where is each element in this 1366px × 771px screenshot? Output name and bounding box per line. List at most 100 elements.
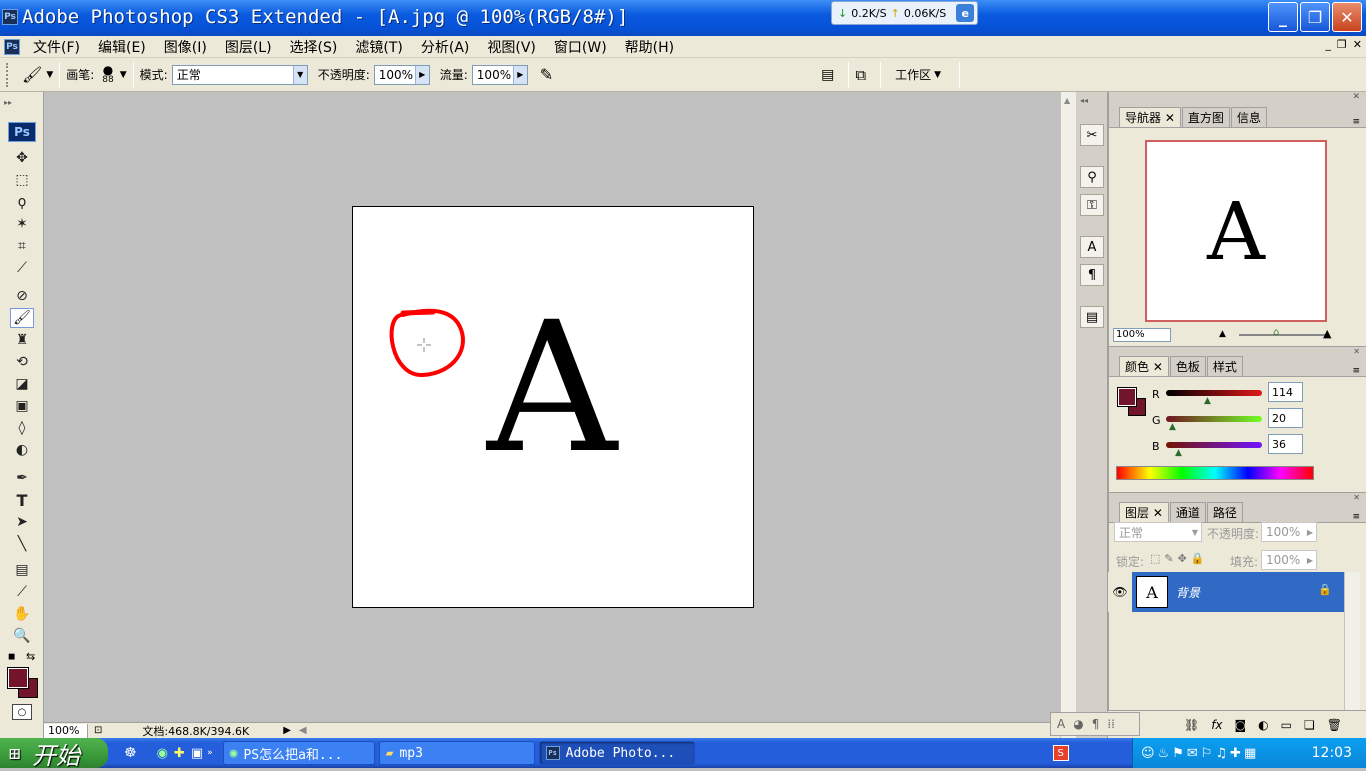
scroll-up-icon[interactable]: ▲ <box>1064 96 1070 105</box>
history-brush-tool-icon[interactable]: ⟲ <box>10 352 34 372</box>
lock-options-icons[interactable]: ⬚✎✥🔒 <box>1150 552 1209 565</box>
tab-swatches[interactable]: 色板 <box>1169 356 1206 376</box>
layer-style-icon[interactable]: fx <box>1211 718 1222 732</box>
color-close-icon[interactable]: ✕ <box>1353 347 1360 357</box>
navigator-close-icon[interactable]: ✕ <box>1352 92 1360 108</box>
layer-opacity-slider-icon[interactable]: ▶ <box>1307 528 1316 537</box>
workspace-menu[interactable]: 工作区 <box>895 66 931 83</box>
menu-select[interactable]: 选择(S) <box>281 37 347 57</box>
b-slider-thumb-icon[interactable]: ▲ <box>1175 448 1182 458</box>
quicklaunch-ie-icon[interactable]: ◉ <box>157 746 168 761</box>
tab-histogram[interactable]: 直方图 <box>1181 107 1230 127</box>
new-layer-icon[interactable]: ❏ <box>1304 718 1315 732</box>
tab-layers[interactable]: 图层 ✕ <box>1119 502 1169 522</box>
network-monitor[interactable]: ↓ 0.2K/S ↑ 0.06K/S e <box>831 1 978 25</box>
g-input[interactable]: 20 <box>1268 408 1303 428</box>
color-fg-swatch[interactable] <box>1117 387 1137 407</box>
brush-picker[interactable]: ● 88 <box>102 64 113 85</box>
zoom-tool-icon[interactable]: 🔍 <box>10 626 34 646</box>
paragraph-icon[interactable]: ¶ <box>1080 264 1104 286</box>
vertical-scrollbar[interactable]: ▲ <box>1060 92 1076 738</box>
minimize-button[interactable]: _ <box>1268 2 1298 32</box>
line-tool-icon[interactable]: ╲ <box>10 534 34 554</box>
marquee-tool-icon[interactable]: ⬚ <box>10 170 34 190</box>
quicklaunch-icon[interactable]: ☸ <box>124 745 137 761</box>
fill-slider-icon[interactable]: ▶ <box>1307 556 1316 565</box>
mini-dock-grip-icon[interactable]: ⁞⁞ <box>1107 717 1115 731</box>
brush-tool-icon[interactable]: 🖌 <box>10 308 34 328</box>
lasso-tool-icon[interactable]: ϙ <box>10 192 34 212</box>
g-slider[interactable] <box>1166 416 1262 422</box>
delete-layer-icon[interactable]: 🗑 <box>1327 718 1342 732</box>
menu-layer[interactable]: 图层(L) <box>216 37 281 57</box>
layers-scrollbar[interactable] <box>1344 572 1360 710</box>
blur-tool-icon[interactable]: ◊ <box>10 418 34 438</box>
layer-blend-select[interactable]: 正常 ▼ <box>1114 522 1202 542</box>
start-button[interactable]: ⊞ 开始 <box>0 738 108 770</box>
image-canvas[interactable]: A <box>352 206 754 608</box>
tab-styles[interactable]: 样式 <box>1206 356 1243 376</box>
r-slider-thumb-icon[interactable]: ▲ <box>1204 396 1211 406</box>
menu-edit[interactable]: 编辑(E) <box>89 37 155 57</box>
tab-info[interactable]: 信息 <box>1230 107 1267 127</box>
options-grip[interactable] <box>6 62 12 87</box>
layers-menu-icon[interactable]: ≡ <box>1352 512 1360 522</box>
magic-wand-tool-icon[interactable]: ✶ <box>10 214 34 234</box>
quicklaunch-browser-icon[interactable]: ✚ <box>174 746 185 761</box>
notes-tool-icon[interactable]: ▤ <box>10 560 34 580</box>
menu-help[interactable]: 帮助(H) <box>616 37 683 57</box>
tab-navigator[interactable]: 导航器 ✕ <box>1119 107 1181 127</box>
r-slider[interactable] <box>1166 390 1262 396</box>
navigator-menu-icon[interactable]: ≡ <box>1352 117 1360 127</box>
maximize-button[interactable]: ❐ <box>1300 2 1330 32</box>
swap-colors-icon[interactable]: ⇆ <box>26 650 35 663</box>
default-colors-icon[interactable]: ◼ <box>8 652 15 662</box>
input-method-icon[interactable]: S <box>1052 745 1069 761</box>
tray-icons[interactable]: ☺♨⚑✉⚐♫✚▦ <box>1141 746 1259 761</box>
layer-opacity-input[interactable]: 100% ▶ <box>1261 522 1317 542</box>
blend-dropdown-icon[interactable]: ▼ <box>1192 528 1201 537</box>
color-spectrum-ramp[interactable] <box>1116 466 1314 480</box>
doc-restore-button[interactable]: ❐ <box>1337 38 1347 51</box>
task-browser[interactable]: ◉ PS怎么把a和... <box>222 741 375 765</box>
menu-analysis[interactable]: 分析(A) <box>412 37 479 57</box>
healing-brush-tool-icon[interactable]: ⊘ <box>10 286 34 306</box>
clone-stamp-tool-icon[interactable]: ♜ <box>10 330 34 350</box>
menu-view[interactable]: 视图(V) <box>478 37 545 57</box>
eraser-tool-icon[interactable]: ◪ <box>10 374 34 394</box>
toolbox-collapse-icon[interactable]: ▸▸ <box>4 98 12 107</box>
character-icon[interactable]: A <box>1080 236 1104 258</box>
doc-close-button[interactable]: ✕ <box>1353 38 1362 51</box>
clock[interactable]: 12:03 <box>1312 745 1352 761</box>
pen-tool-icon[interactable]: ✒ <box>10 468 34 488</box>
doc-minimize-button[interactable]: _ <box>1325 38 1331 51</box>
status-menu-arrow-icon[interactable]: ▶ <box>283 725 291 736</box>
tab-color[interactable]: 颜色 ✕ <box>1119 356 1169 376</box>
brush-tool-preset-icon[interactable]: 🖌 <box>22 65 42 84</box>
workspace-dropdown-icon[interactable]: ▼ <box>934 70 941 80</box>
move-tool-icon[interactable]: ✥ <box>10 148 34 168</box>
zoom-in-icon[interactable]: ▲ <box>1323 327 1331 340</box>
palette-well-icon[interactable]: ▤ <box>821 67 834 83</box>
layers-close-icon[interactable]: ✕ <box>1353 493 1360 503</box>
foreground-color-swatch[interactable] <box>7 667 29 689</box>
menu-file[interactable]: 文件(F) <box>24 37 89 57</box>
eyedropper-tool-icon[interactable]: ⟋ <box>10 582 34 602</box>
zoom-slider-thumb-icon[interactable]: ⌂ <box>1273 327 1279 338</box>
task-folder[interactable]: ▰ mp3 <box>378 741 535 765</box>
tool-presets-icon[interactable]: ✂ <box>1080 124 1104 146</box>
g-slider-thumb-icon[interactable]: ▲ <box>1169 422 1176 432</box>
character-mini-icon[interactable]: A <box>1057 717 1065 731</box>
mode-select[interactable]: 正常 ▼ <box>171 64 308 85</box>
ie-icon[interactable]: e <box>956 4 975 22</box>
brush-dropdown-arrow-icon[interactable]: ▼ <box>120 70 127 80</box>
crop-tool-icon[interactable]: ⌗ <box>10 236 34 256</box>
quicklaunch-more-icon[interactable]: » <box>207 748 213 758</box>
document-icon[interactable]: Ps <box>4 38 20 55</box>
dock-collapse-icon[interactable]: ◂◂ <box>1080 96 1088 105</box>
navigator-zoom-slider[interactable] <box>1239 334 1329 336</box>
fill-input[interactable]: 100% ▶ <box>1261 550 1317 570</box>
slice-tool-icon[interactable]: ⟋ <box>10 258 34 278</box>
layer-row-background[interactable]: 👁 A 背景 🔒 <box>1108 572 1344 612</box>
type-tool-icon[interactable]: T <box>10 490 34 510</box>
